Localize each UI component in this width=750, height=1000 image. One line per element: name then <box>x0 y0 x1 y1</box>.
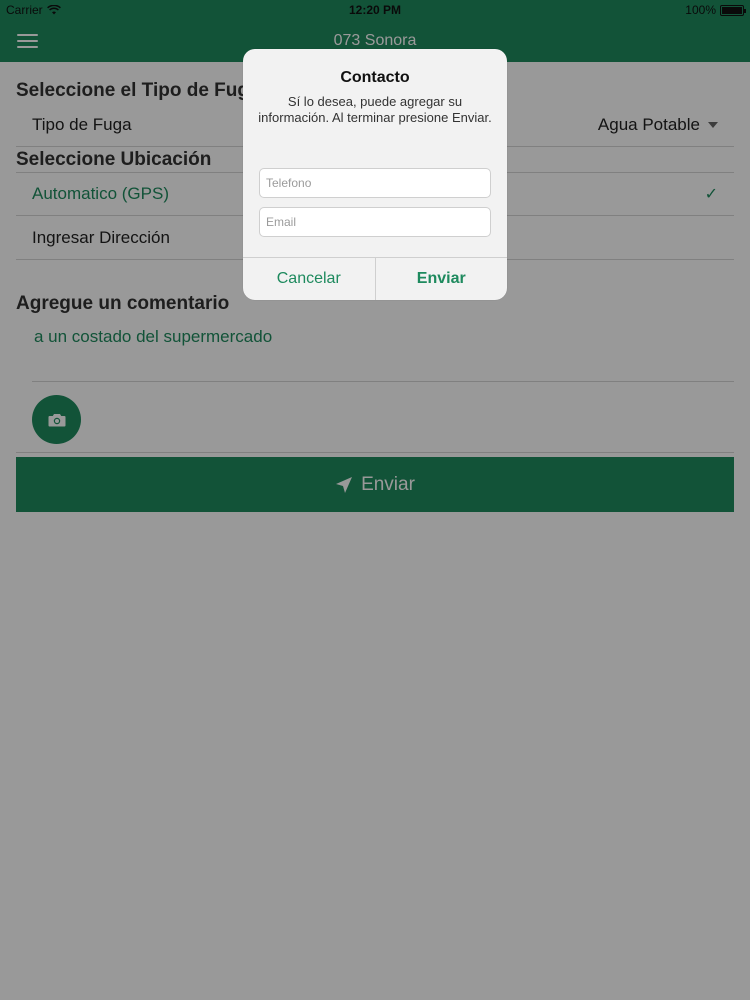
contact-dialog: Contacto Sí lo desea, puede agregar su i… <box>243 49 507 300</box>
dialog-buttons: Cancelar Enviar <box>243 257 507 300</box>
cancel-button[interactable]: Cancelar <box>243 258 375 300</box>
dialog-message: Sí lo desea, puede agregar su informació… <box>258 94 492 125</box>
dialog-title: Contacto <box>340 69 410 86</box>
telefono-input[interactable] <box>259 168 491 198</box>
email-input[interactable] <box>259 207 491 237</box>
dialog-send-button[interactable]: Enviar <box>374 258 508 300</box>
